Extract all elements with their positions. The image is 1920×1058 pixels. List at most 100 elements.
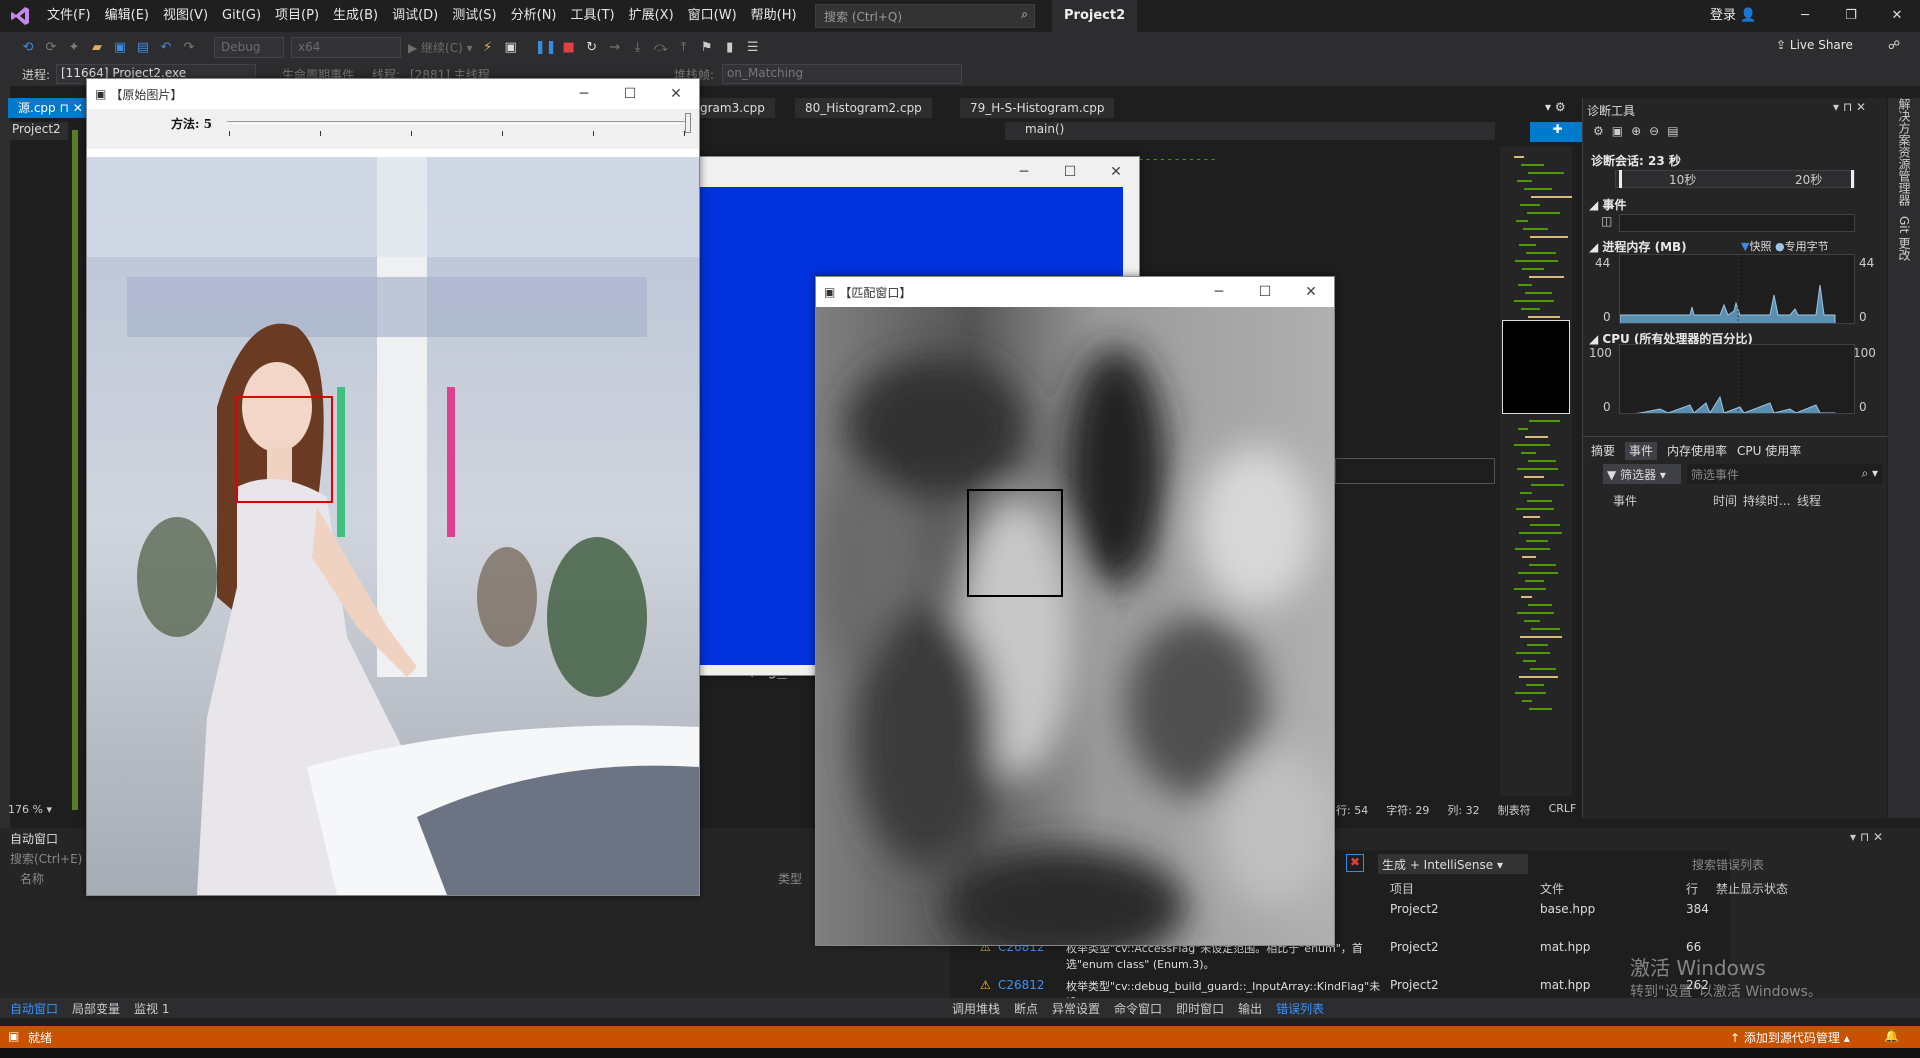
diag-tab-0[interactable]: 摘要: [1591, 444, 1615, 458]
forward-icon[interactable]: ⟳: [43, 39, 59, 55]
original-image-window[interactable]: ▣ 【原始图片】 ─ ☐ ✕ 方法: 5: [86, 78, 700, 896]
tab-gram3[interactable]: gram3.cpp: [690, 98, 775, 118]
redo-icon[interactable]: ↷: [181, 39, 197, 55]
original-close-button[interactable]: ✕: [653, 79, 699, 109]
hot-reload-icon[interactable]: ⚡: [480, 39, 496, 55]
save-all-icon[interactable]: ▤: [135, 39, 151, 55]
restore-button[interactable]: ❐: [1828, 0, 1874, 32]
bookmark-icon[interactable]: ▮: [722, 39, 738, 55]
match-maximize-button[interactable]: ☐: [1242, 277, 1288, 307]
live-share-button[interactable]: ⇪ Live Share: [1776, 38, 1853, 52]
original-minimize-button[interactable]: ─: [561, 79, 607, 109]
solution-explorer-tab[interactable]: 解决方案资源管理器: [1896, 98, 1913, 206]
bottom-tab-right-0[interactable]: 调用堆栈: [952, 1000, 1000, 1017]
menu-item-11[interactable]: 窗口(W): [681, 0, 744, 32]
menu-item-1[interactable]: 编辑(E): [98, 0, 156, 32]
notifications-icon[interactable]: 🔔: [1884, 1029, 1899, 1043]
original-titlebar[interactable]: ▣ 【原始图片】 ─ ☐ ✕: [87, 79, 699, 109]
bottom-tab-right-6[interactable]: 错误列表: [1276, 1000, 1324, 1017]
filter-events-input[interactable]: 筛选事件 ⌕ ▾: [1687, 464, 1882, 484]
menu-item-3[interactable]: Git(G): [215, 0, 268, 32]
search-input[interactable]: 搜索 (Ctrl+Q) ⌕: [815, 4, 1035, 28]
match-minimize-button[interactable]: ─: [1196, 277, 1242, 307]
zoom-level[interactable]: 176 % ▾: [8, 803, 52, 816]
error-col-2[interactable]: 行: [1686, 880, 1698, 897]
error-panel-controls[interactable]: ▾ ⊓ ✕: [1850, 830, 1883, 844]
restart-icon[interactable]: ↻: [584, 39, 600, 55]
nav-project[interactable]: Project2: [8, 122, 68, 140]
menu-item-5[interactable]: 生成(B): [326, 0, 385, 32]
tab-histogram2[interactable]: 80_Histogram2.cpp: [795, 98, 932, 118]
timeline-end-marker[interactable]: [1851, 170, 1854, 188]
bottom-tab-left-0[interactable]: 自动窗口: [10, 1000, 58, 1017]
error-search-input[interactable]: 搜索错误列表: [1688, 854, 1858, 874]
console-close-button[interactable]: ✕: [1093, 157, 1139, 187]
filter-button[interactable]: ▼ 筛选器 ▾: [1603, 464, 1681, 484]
trackbar-thumb[interactable]: [685, 113, 691, 133]
nav-function[interactable]: main(): [1005, 122, 1495, 140]
tab-hs-histogram[interactable]: 79_H-S-Histogram.cpp: [960, 98, 1115, 118]
events-toggle-icon[interactable]: ◫: [1601, 214, 1612, 228]
diag-col-2[interactable]: 持续时...: [1743, 492, 1790, 509]
breakpoint-icon[interactable]: ⚑: [699, 39, 715, 55]
console-titlebar[interactable]: ─ ☐ ✕: [695, 157, 1139, 187]
match-window[interactable]: ▣ 【匹配窗口】 ─ ☐ ✕: [815, 276, 1335, 946]
bottom-tab-right-3[interactable]: 命令窗口: [1114, 1000, 1162, 1017]
open-folder-icon[interactable]: ▰: [89, 39, 105, 55]
error-col-3[interactable]: 禁止显示状态: [1716, 880, 1788, 897]
feedback-icon[interactable]: ☍: [1888, 38, 1900, 52]
back-icon[interactable]: ⟲: [20, 39, 36, 55]
comment-icon[interactable]: ☰: [745, 39, 761, 55]
platform-select[interactable]: x64: [291, 36, 401, 58]
minimap[interactable]: [1500, 146, 1572, 796]
source-control-button[interactable]: ↑ 添加到源代码管理 ▴: [1730, 1029, 1850, 1046]
line-ending[interactable]: CRLF: [1549, 802, 1577, 818]
console-minimize-button[interactable]: ─: [1001, 157, 1047, 187]
diag-col-1[interactable]: 时间: [1713, 492, 1737, 509]
config-select[interactable]: Debug: [214, 36, 284, 58]
close-button[interactable]: ✕: [1874, 0, 1920, 32]
pin-icon[interactable]: ⊓: [59, 101, 68, 115]
build-filter-select[interactable]: 生成 + IntelliSense ▾: [1378, 854, 1528, 874]
diag-col-3[interactable]: 线程: [1797, 492, 1821, 509]
match-close-button[interactable]: ✕: [1288, 277, 1334, 307]
split-editor-icon[interactable]: ✚: [1530, 122, 1585, 142]
match-titlebar[interactable]: ▣ 【匹配窗口】 ─ ☐ ✕: [816, 277, 1334, 307]
diag-tab-3[interactable]: CPU 使用率: [1737, 444, 1801, 458]
diag-tab-1[interactable]: 事件: [1625, 442, 1658, 460]
step-into-icon[interactable]: ⤓: [630, 39, 646, 55]
menu-item-2[interactable]: 视图(V): [156, 0, 215, 32]
menu-item-12[interactable]: 帮助(H): [744, 0, 804, 32]
menu-item-9[interactable]: 工具(T): [564, 0, 622, 32]
close-tab-icon[interactable]: ✕: [73, 101, 83, 115]
menu-item-4[interactable]: 项目(P): [268, 0, 326, 32]
show-next-statement-icon[interactable]: →: [607, 39, 623, 55]
find-widget[interactable]: [1335, 458, 1495, 484]
continue-button[interactable]: ▶ 继续(C) ▾: [408, 39, 473, 56]
camera-icon[interactable]: ▣: [503, 39, 519, 55]
error-col-1[interactable]: 文件: [1540, 880, 1564, 897]
events-header[interactable]: ◢ 事件: [1589, 196, 1626, 213]
bottom-tab-right-5[interactable]: 输出: [1238, 1000, 1262, 1017]
original-maximize-button[interactable]: ☐: [607, 79, 653, 109]
git-changes-tab[interactable]: Git 更改: [1896, 216, 1913, 261]
trackbar-track[interactable]: [227, 121, 687, 124]
stop-icon[interactable]: ■: [561, 39, 577, 55]
undo-icon[interactable]: ↶: [158, 39, 174, 55]
minimap-viewport[interactable]: [1502, 320, 1570, 414]
menu-item-7[interactable]: 测试(S): [445, 0, 503, 32]
indent-mode[interactable]: 制表符: [1498, 802, 1531, 818]
new-item-icon[interactable]: ✦: [66, 39, 82, 55]
tab-source-cpp[interactable]: 源.cpp ⊓ ✕: [8, 98, 93, 118]
diag-toolbar-icons[interactable]: ⚙▣⊕⊖▤: [1593, 124, 1687, 138]
auto-window-search[interactable]: 搜索(Ctrl+E): [10, 850, 82, 867]
bottom-tab-left-1[interactable]: 局部变量: [72, 1000, 120, 1017]
menu-item-0[interactable]: 文件(F): [40, 0, 98, 32]
pause-icon[interactable]: ❚❚: [535, 39, 557, 55]
save-icon[interactable]: ▣: [112, 39, 128, 55]
stack-frame-select[interactable]: on_Matching: [722, 64, 962, 84]
diag-tabs[interactable]: 摘要 事件 内存使用率 CPU 使用率: [1591, 442, 1811, 460]
minimize-button[interactable]: ─: [1782, 0, 1828, 32]
diag-col-0[interactable]: 事件: [1613, 492, 1637, 509]
menu-item-10[interactable]: 扩展(X): [622, 0, 681, 32]
